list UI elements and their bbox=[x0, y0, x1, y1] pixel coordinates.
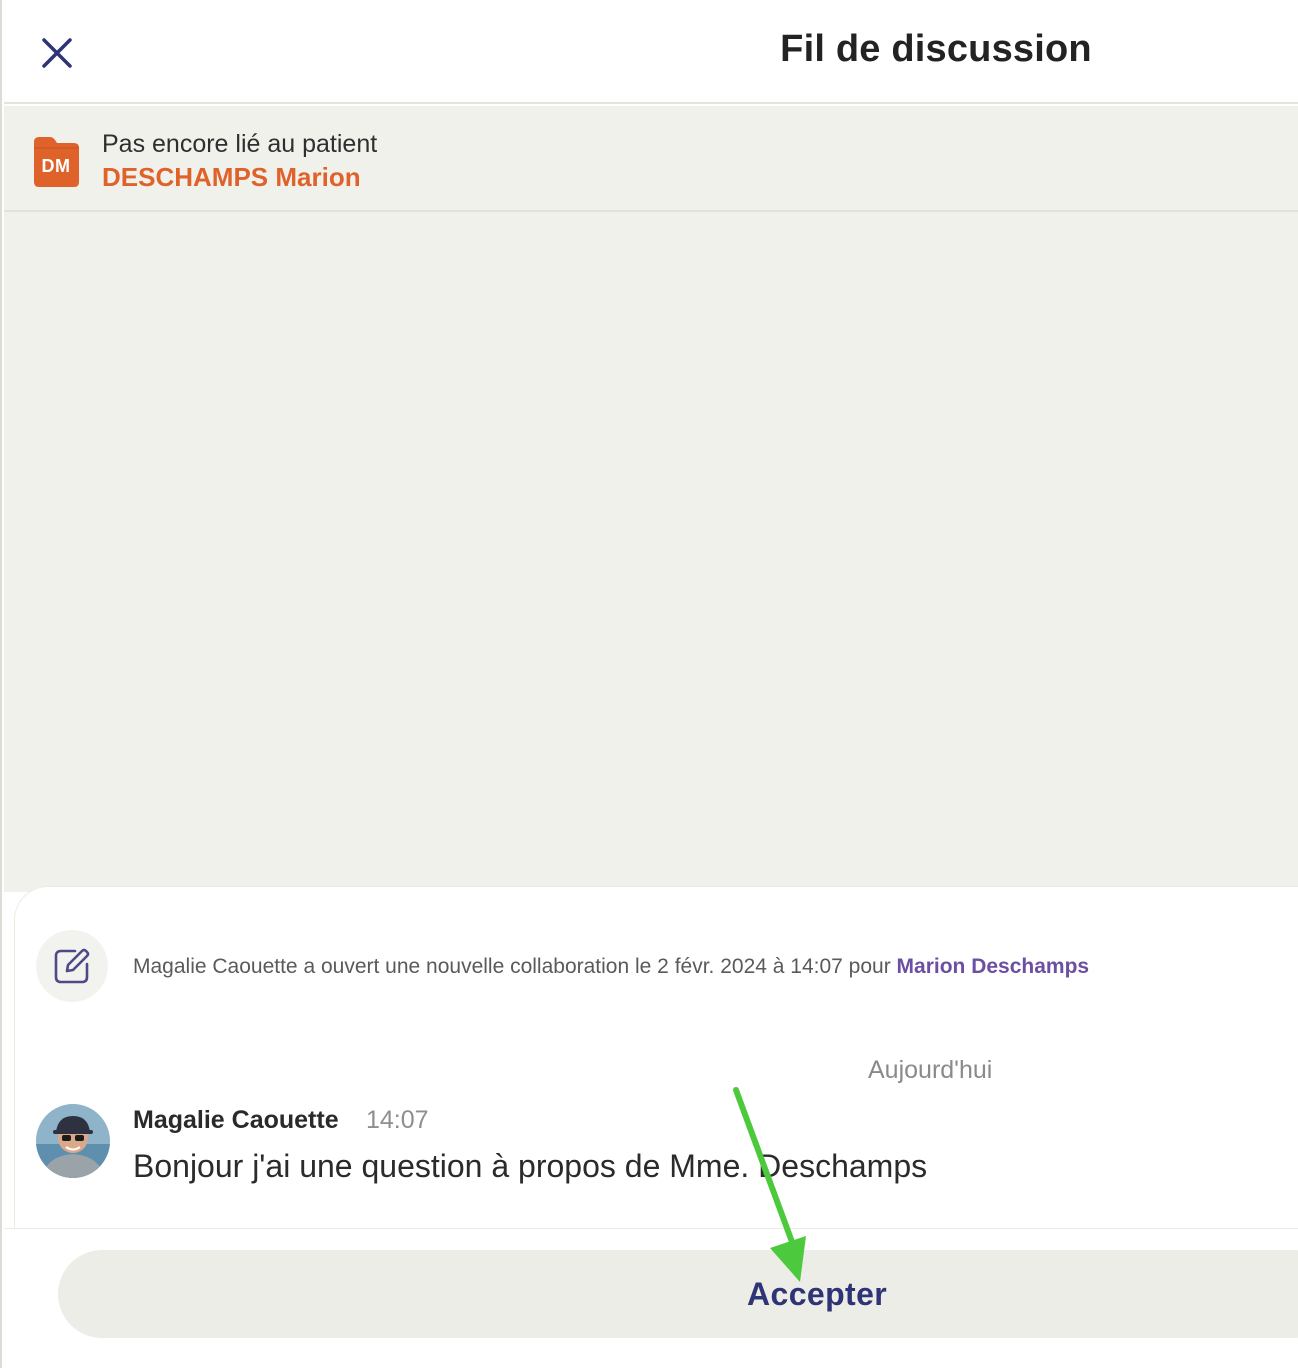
thread-empty-area bbox=[4, 212, 1298, 892]
event-icon-container bbox=[36, 930, 108, 1002]
thread-panel: Fil de discussion DM Pas encore lié au p… bbox=[0, 0, 1298, 1368]
patient-folder-icon: DM bbox=[30, 134, 82, 192]
message-text: Bonjour j'ai une question à propos de Mm… bbox=[133, 1148, 928, 1184]
message-time: 14:07 bbox=[366, 1106, 429, 1134]
patient-name[interactable]: DESCHAMPS Marion bbox=[102, 162, 361, 193]
conversation-card bbox=[14, 886, 1298, 1246]
page-title: Fil de discussion bbox=[780, 28, 1092, 70]
date-separator: Aujourd'hui bbox=[868, 1056, 993, 1084]
patient-link-status: Pas encore lié au patient bbox=[102, 130, 378, 158]
accept-button[interactable]: Accepter bbox=[58, 1250, 1298, 1338]
edit-icon bbox=[54, 948, 90, 984]
patient-banner[interactable]: DM bbox=[4, 106, 1298, 212]
avatar[interactable] bbox=[36, 1104, 110, 1178]
collaboration-patient-link[interactable]: Marion Deschamps bbox=[897, 955, 1090, 978]
header: Fil de discussion bbox=[4, 0, 1298, 104]
message-author: Magalie Caouette bbox=[133, 1106, 339, 1134]
collaboration-event: Magalie Caouette a ouvert une nouvelle c… bbox=[133, 955, 1089, 979]
patient-initials: DM bbox=[41, 156, 71, 176]
collaboration-event-text: Magalie Caouette a ouvert une nouvelle c… bbox=[133, 955, 897, 978]
